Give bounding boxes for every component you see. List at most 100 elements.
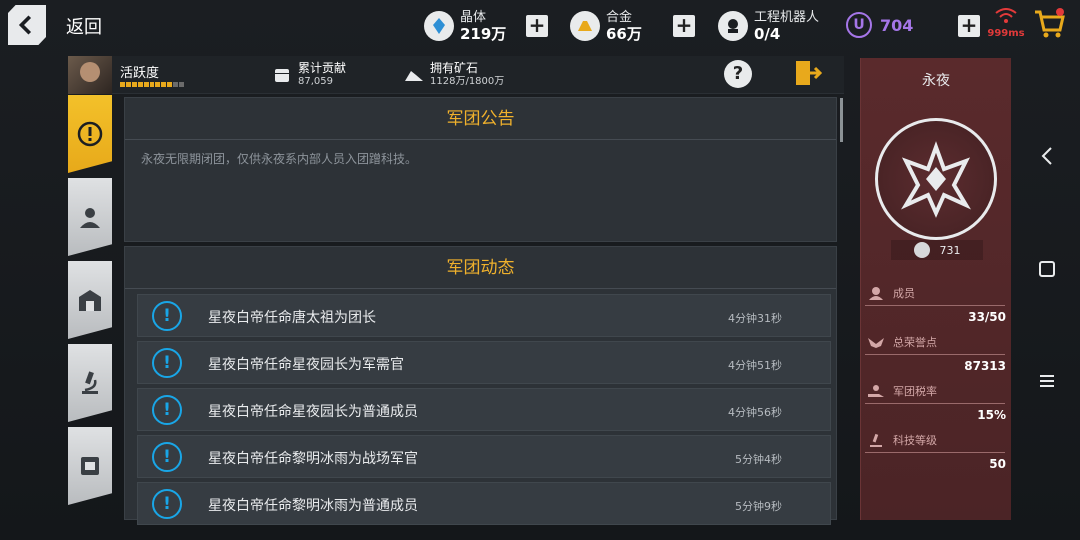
wifi-icon: [995, 8, 1017, 23]
exit-guild-button[interactable]: [792, 58, 823, 88]
square-icon: [1039, 261, 1055, 277]
u-currency-icon: U: [846, 12, 872, 38]
tax-hand-icon: [868, 385, 884, 397]
microscope-icon: [82, 371, 98, 394]
tab-battle[interactable]: [68, 427, 112, 505]
members-value: 33/50: [968, 310, 1006, 324]
members-icon: [869, 287, 883, 300]
avatar[interactable]: [68, 56, 112, 94]
activity-bar: [120, 82, 184, 87]
emblem-icon: [900, 141, 972, 218]
robot-label: 工程机器人: [754, 10, 820, 25]
honor-label: 总荣誉点: [893, 336, 937, 349]
activity-feed-title: 军团动态: [125, 247, 836, 289]
tab-buildings[interactable]: [68, 261, 112, 339]
tab-members[interactable]: [68, 178, 112, 256]
members-stat: 成员 33/50: [861, 284, 1012, 324]
feed-message: 星夜白帝任命唐太祖为团长: [208, 310, 376, 326]
network-status: 999ms: [986, 8, 1026, 39]
guild-card: 永夜 731 成员 33/50 总荣誉点 87313 军团税率 15% 科技等级…: [860, 58, 1011, 520]
activity-feed-panel: 军团动态 ! 星夜白帝任命唐太祖为团长 4分钟31秒 ! 星夜白帝任命星夜园长为…: [124, 246, 837, 525]
scrollbar[interactable]: [840, 98, 843, 142]
nav-home-button[interactable]: [1032, 260, 1062, 282]
tech-stat: 科技等级 50: [861, 431, 1012, 471]
side-tabs: [68, 95, 112, 510]
fist-icon: [275, 68, 289, 82]
crystal-label: 晶体: [460, 10, 487, 25]
feed-time: 5分钟4秒: [735, 453, 782, 466]
contribution-label: 累计贡献: [298, 61, 347, 75]
feed-message: 星夜白帝任命星夜园长为军需官: [208, 357, 404, 373]
chevron-left-icon: [18, 15, 32, 35]
info-icon: !: [152, 489, 182, 519]
feed-message: 星夜白帝任命黎明冰雨为战场军官: [208, 451, 418, 467]
announcement-title: 军团公告: [125, 98, 836, 140]
announcement-text: 永夜无限期闭团，仅供永夜系内部人员入团蹭科技。: [141, 152, 418, 166]
add-alloy-button[interactable]: +: [673, 15, 695, 37]
add-crystal-button[interactable]: +: [526, 15, 548, 37]
tax-value: 15%: [977, 408, 1006, 422]
announcement-panel: 军团公告 永夜无限期闭团，仅供永夜系内部人员入团蹭科技。: [124, 97, 837, 242]
ping-value: 999ms: [987, 28, 1025, 39]
chevron-left-icon: [1041, 147, 1052, 165]
activity-feed-list: ! 星夜白帝任命唐太祖为团长 4分钟31秒 ! 星夜白帝任命星夜园长为军需官 4…: [137, 294, 831, 529]
feed-time: 4分钟31秒: [728, 312, 782, 325]
tax-stat: 军团税率 15%: [861, 382, 1012, 422]
menu-icon: [1040, 375, 1054, 387]
info-icon: !: [152, 301, 182, 331]
tech-label: 科技等级: [893, 434, 937, 447]
tax-label: 军团税率: [893, 385, 937, 398]
feed-time: 4分钟51秒: [728, 359, 782, 372]
building-icon: [79, 290, 101, 311]
honor-stat: 总荣誉点 87313: [861, 333, 1012, 373]
members-label: 成员: [893, 287, 915, 300]
crystal-resource: 晶体 219万: [424, 6, 506, 46]
shield-fist-icon: [81, 457, 99, 475]
u-currency: U 704: [846, 12, 913, 38]
shop-cart-button[interactable]: [1032, 6, 1066, 40]
help-button[interactable]: ?: [724, 60, 752, 88]
guild-coins-value: 731: [939, 243, 961, 257]
add-u-button[interactable]: +: [958, 15, 980, 37]
ore-value: 1128万/1800万: [430, 76, 505, 87]
feed-message: 星夜白帝任命黎明冰雨为普通成员: [208, 498, 418, 514]
nav-menu-button[interactable]: [1032, 372, 1062, 394]
back-button[interactable]: [8, 5, 46, 45]
alloy-icon: [570, 11, 600, 41]
list-item[interactable]: ! 星夜白帝任命星夜园长为军需官 4分钟51秒: [137, 341, 831, 384]
alert-icon: [77, 121, 103, 147]
ore-label: 拥有矿石: [430, 61, 479, 75]
tab-announcement[interactable]: [68, 95, 112, 173]
list-item[interactable]: ! 星夜白帝任命黎明冰雨为普通成员 5分钟9秒: [137, 482, 831, 525]
contribution-stat: 累计贡献 87,059: [272, 61, 346, 88]
tab-technology[interactable]: [68, 344, 112, 422]
alloy-resource: 合金 66万: [570, 6, 642, 46]
info-icon: !: [152, 395, 182, 425]
feed-time: 4分钟56秒: [728, 406, 782, 419]
feed-time: 5分钟9秒: [735, 500, 782, 513]
back-label: 返回: [66, 17, 102, 38]
alloy-label: 合金: [606, 10, 633, 25]
guild-name: 永夜: [922, 73, 950, 89]
guild-emblem: [875, 118, 997, 240]
info-icon: !: [152, 442, 182, 472]
list-item[interactable]: ! 星夜白帝任命黎明冰雨为战场军官 5分钟4秒: [137, 435, 831, 478]
microscope-icon: [870, 433, 882, 447]
list-item[interactable]: ! 星夜白帝任命星夜园长为普通成员 4分钟56秒: [137, 388, 831, 431]
list-item[interactable]: ! 星夜白帝任命唐太祖为团长 4分钟31秒: [137, 294, 831, 337]
alloy-value: 66万: [606, 25, 642, 43]
ore-stat: 拥有矿石 1128万/1800万: [404, 61, 504, 88]
crystal-icon: [424, 11, 454, 41]
robot-icon: [718, 11, 748, 41]
tech-value: 50: [989, 457, 1006, 471]
activity-label: 活跃度: [120, 66, 160, 81]
nav-back-button[interactable]: [1032, 146, 1062, 170]
person-icon: [80, 208, 100, 228]
guild-screen: 返回 晶体 219万 + 合金 66万 + 工程机器人 0/4 U 704 + …: [0, 0, 1080, 540]
crystal-value: 219万: [460, 25, 507, 43]
top-bar: 返回 晶体 219万 + 合金 66万 + 工程机器人 0/4 U 704 + …: [0, 0, 1080, 52]
guild-coins: 731: [891, 240, 983, 260]
coin-icon: [913, 242, 930, 258]
cart-icon: [1035, 8, 1065, 38]
guild-info-bar: 活跃度 累计贡献 87,059 拥有矿石 1128万/1800万 ?: [68, 56, 844, 94]
